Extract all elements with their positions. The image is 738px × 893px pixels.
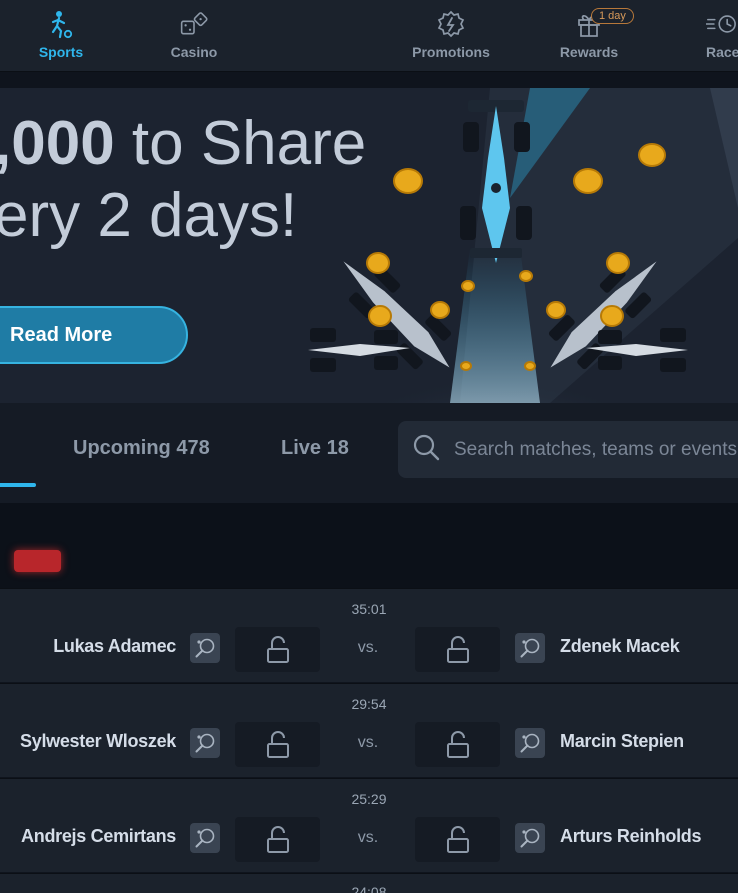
sports-icon [46,9,76,39]
nav-casino-label: Casino [170,44,218,60]
table-tennis-icon [515,823,545,853]
lock-icon [446,730,469,758]
promo-banner[interactable]: ,000 to Share ery 2 days! Read More [0,88,738,403]
lock-icon [266,635,289,663]
home-player: Andrejs Cemirtans [21,826,176,846]
lock-icon [266,825,289,853]
vs-label: vs. [357,829,379,846]
search-box[interactable] [398,421,738,478]
away-odds-locked[interactable] [415,722,500,767]
race-icon [706,9,736,39]
nav-race[interactable]: Race [706,0,738,72]
vs-label: vs. [357,639,379,656]
away-player: Zdenek Macek [560,636,680,656]
top-navigation: Sports Casino Promotions Rewards 1 day R… [0,0,738,72]
search-input[interactable] [454,438,738,461]
vs-label: vs. [357,734,379,751]
live-indicator[interactable] [14,550,61,572]
away-player: Arturs Reinholds [560,826,702,846]
home-odds-locked[interactable] [235,817,320,862]
tab-upcoming[interactable]: Upcoming 478 [73,437,210,460]
tab-live[interactable]: Live 18 [281,437,349,460]
nav-promotions-label: Promotions [412,44,490,60]
banner-title-rest: to Share [114,109,367,178]
lock-icon [446,635,469,663]
table-tennis-icon [515,728,545,758]
match-time: 29:54 [351,696,387,712]
home-odds-locked[interactable] [235,722,320,767]
table-tennis-icon [190,728,220,758]
match-row[interactable]: 29:54 Sylwester Wloszek vs. Marcin Stepi… [0,683,738,777]
match-row[interactable]: 25:29 Andrejs Cemirtans vs. Arturs Reinh… [0,778,738,872]
promotions-icon [436,9,466,39]
banner-title: ,000 to Share ery 2 days! [0,108,366,252]
home-player: Lukas Adamec [53,636,176,656]
nav-casino[interactable]: Casino [169,0,219,72]
lock-icon [446,825,469,853]
banner-title-amount: ,000 [0,109,115,178]
read-more-button[interactable]: Read More [0,306,188,364]
dice-icon [179,9,209,39]
match-time: 35:01 [351,601,387,617]
match-row[interactable]: 24:08 [0,873,738,893]
filter-area [0,503,738,588]
match-time: 25:29 [351,791,387,807]
home-player: Sylwester Wloszek [20,731,176,751]
away-odds-locked[interactable] [415,627,500,672]
table-tennis-icon [190,633,220,663]
match-tabs: Upcoming 478 Live 18 [0,403,738,503]
table-tennis-icon [190,823,220,853]
nav-sports-label: Sports [38,44,84,60]
nav-sports[interactable]: Sports [36,0,86,72]
match-time: 24:08 [351,884,387,893]
rewards-badge: 1 day [591,8,634,24]
home-odds-locked[interactable] [235,627,320,672]
lock-icon [266,730,289,758]
nav-rewards-label: Rewards [559,44,619,60]
away-odds-locked[interactable] [415,817,500,862]
active-tab-indicator [0,483,36,487]
away-player: Marcin Stepien [560,731,684,751]
banner-title-line2: ery 2 days! [0,181,298,250]
search-icon [412,433,440,466]
nav-promotions[interactable]: Promotions [410,0,492,72]
table-tennis-icon [515,633,545,663]
match-row[interactable]: 35:01 Lukas Adamec vs. Zdenek Macek [0,588,738,682]
nav-race-label: Race [706,44,738,60]
